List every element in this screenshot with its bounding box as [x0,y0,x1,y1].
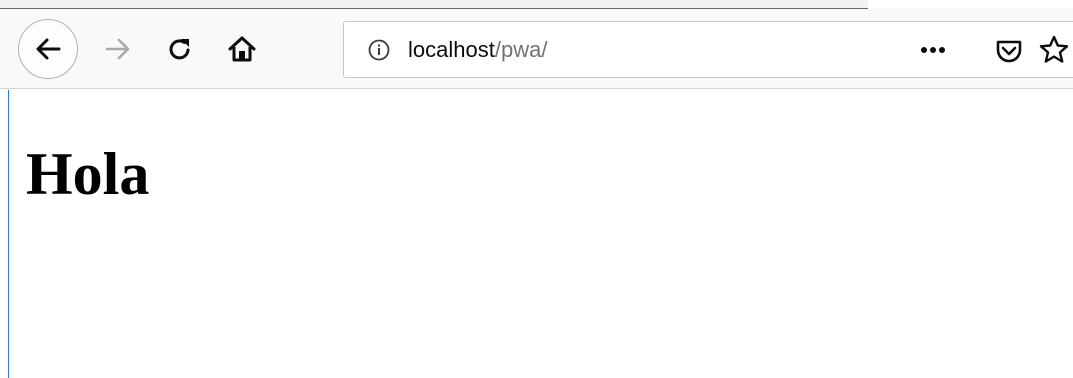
forward-button[interactable] [100,31,136,67]
content-left-border [8,90,9,378]
navigation-toolbar: localhost/pwa/ [0,9,1073,89]
address-bar[interactable]: localhost/pwa/ [343,21,1073,78]
info-icon[interactable] [368,39,390,61]
home-button[interactable] [222,31,262,67]
more-icon [921,47,945,53]
page-actions-button[interactable] [918,36,948,64]
reload-button[interactable] [162,31,198,67]
back-button[interactable] [18,19,78,79]
url-path: /pwa/ [494,37,548,62]
star-icon[interactable] [1038,34,1070,66]
url-host: localhost [408,37,495,62]
page-content: Hola [26,134,149,214]
home-icon [228,36,256,62]
url-text[interactable]: localhost/pwa/ [408,36,547,64]
reload-icon [169,39,190,60]
pocket-icon[interactable] [994,36,1024,66]
page-heading: Hola [26,141,150,207]
browser-window: localhost/pwa/ Hola [0,0,1073,378]
tab-strip [0,0,868,9]
back-arrow-icon [36,38,61,60]
forward-arrow-icon [105,38,130,60]
